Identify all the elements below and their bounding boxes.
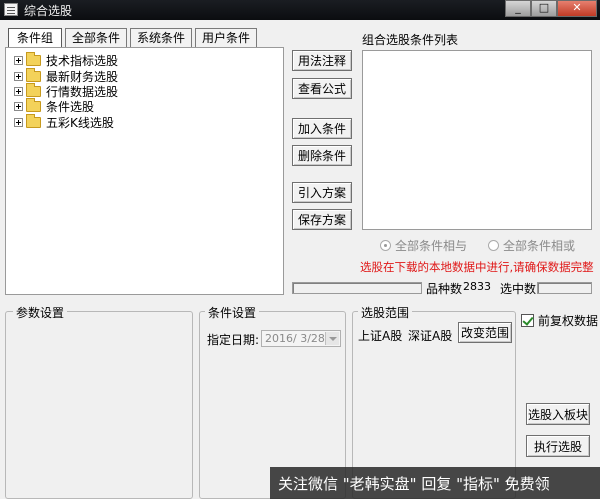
folder-icon	[26, 82, 41, 97]
date-label: 指定日期:	[207, 333, 260, 347]
date-picker[interactable]: 2016/ 3/28	[261, 330, 341, 347]
adjusted-checkbox[interactable]	[521, 314, 534, 327]
condition-settings-title: 条件设置	[205, 304, 260, 321]
folder-icon	[26, 51, 41, 66]
count-label: 品种数	[426, 282, 463, 296]
radio-and-label: 全部条件相与	[395, 239, 468, 253]
selected-label: 选中数	[500, 282, 537, 296]
tree-item-label: 五彩K线选股	[46, 115, 114, 130]
folder-icon	[26, 113, 41, 128]
maximize-button[interactable]: □	[531, 0, 557, 17]
run-select-button[interactable]: 执行选股	[526, 435, 590, 457]
tree-item-technical[interactable]: 技术指标选股	[14, 51, 119, 68]
scope-title: 选股范围	[358, 304, 413, 321]
folder-icon	[26, 67, 41, 82]
minimize-button[interactable]: _	[505, 0, 531, 17]
radio-or[interactable]: 全部条件相或	[488, 237, 575, 254]
radio-and[interactable]: 全部条件相与	[380, 237, 467, 254]
app-icon	[4, 3, 18, 16]
change-scope-button[interactable]: 改变范围	[458, 322, 512, 343]
usage-notes-button[interactable]: 用法注释	[292, 50, 352, 71]
watermark-banner: 关注微信 "老韩实盘" 回复 "指标" 免费领	[270, 467, 600, 499]
expand-icon[interactable]	[14, 71, 23, 81]
scope-sz: 深证A股	[408, 329, 453, 343]
radio-or-label: 全部条件相或	[503, 239, 576, 253]
folder-icon	[26, 97, 41, 112]
tree-item-candlestick[interactable]: 五彩K线选股	[14, 113, 114, 130]
expand-icon[interactable]	[14, 86, 23, 96]
tab-system-conditions[interactable]: 系统条件	[130, 28, 192, 47]
tab-condition-group[interactable]: 条件组	[8, 28, 62, 47]
condition-tree[interactable]: 技术指标选股 最新财务选股 行情数据选股 条件选股 五彩K线选股	[5, 47, 284, 295]
import-scheme-button[interactable]: 引入方案	[292, 182, 352, 203]
window-title: 综合选股	[24, 4, 73, 18]
params-group	[5, 311, 193, 499]
expand-icon[interactable]	[14, 55, 23, 65]
delete-condition-button[interactable]: 删除条件	[292, 145, 352, 166]
adjusted-label: 前复权数据	[538, 314, 599, 328]
save-scheme-button[interactable]: 保存方案	[292, 209, 352, 230]
progress-field	[292, 282, 422, 294]
radio-or-indicator[interactable]	[488, 240, 499, 251]
params-title: 参数设置	[13, 304, 68, 321]
close-button[interactable]: ✕	[557, 0, 597, 17]
tree-item-label: 条件选股	[46, 99, 95, 114]
count-value: 2833	[463, 280, 491, 293]
add-condition-button[interactable]: 加入条件	[292, 118, 352, 139]
tree-item-condition-select[interactable]: 条件选股	[14, 97, 95, 114]
view-formula-button[interactable]: 查看公式	[292, 78, 352, 99]
tab-user-conditions[interactable]: 用户条件	[195, 28, 257, 47]
condition-list[interactable]	[362, 50, 592, 230]
scope-sh: 上证A股	[358, 329, 403, 343]
title-bar: 综合选股 _ □ ✕	[0, 0, 600, 20]
condition-list-title: 组合选股条件列表	[362, 33, 459, 47]
adjusted-data-option[interactable]: 前复权数据	[521, 312, 598, 329]
tree-item-label: 技术指标选股	[46, 53, 119, 68]
tab-all-conditions[interactable]: 全部条件	[65, 28, 127, 47]
data-notice: 选股在下载的本地数据中进行,请确保数据完整	[360, 260, 594, 274]
select-to-block-button[interactable]: 选股入板块	[526, 403, 590, 425]
selected-value	[537, 282, 592, 294]
radio-and-indicator[interactable]	[380, 240, 391, 251]
date-value: 2016/ 3/28	[265, 332, 325, 345]
expand-icon[interactable]	[14, 101, 23, 111]
expand-icon[interactable]	[14, 117, 23, 127]
dialog-body: 条件组 全部条件 系统条件 用户条件 技术指标选股 最新财务选股 行情数据选股 …	[0, 20, 600, 499]
dropdown-arrow-icon[interactable]	[325, 332, 339, 345]
